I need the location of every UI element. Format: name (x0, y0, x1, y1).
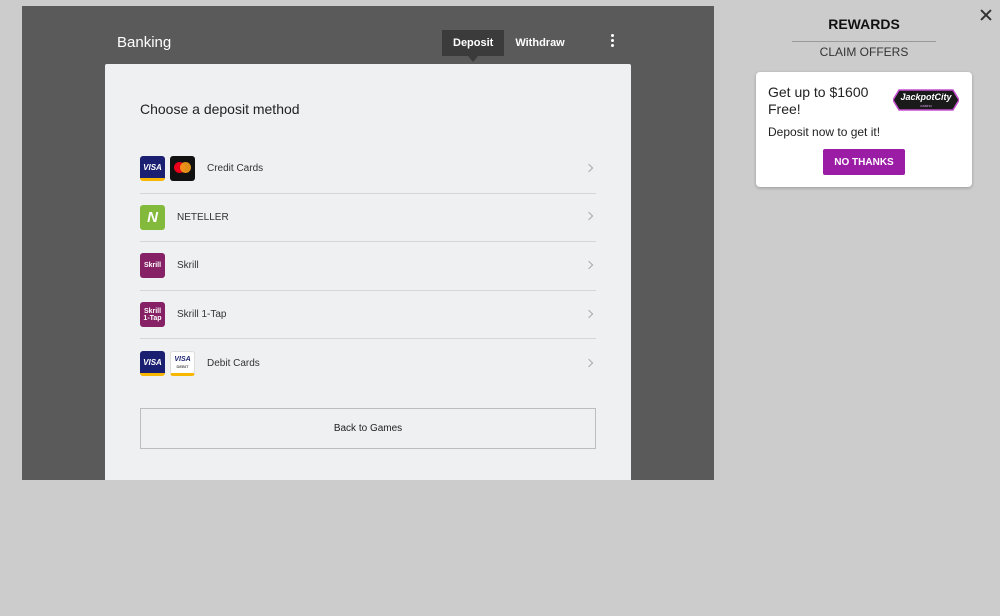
method-neteller[interactable]: N NETELLER (140, 194, 596, 243)
jackpotcity-logo: JackpotCity casino (893, 89, 959, 111)
no-thanks-button[interactable]: NO THANKS (823, 149, 905, 175)
tab-deposit[interactable]: Deposit (442, 30, 505, 62)
mastercard-icon (170, 156, 195, 182)
method-label: NETELLER (177, 211, 229, 223)
svg-text:JackpotCity: JackpotCity (900, 92, 952, 102)
banking-modal: Banking Deposit Withdraw Choose a deposi… (22, 6, 714, 480)
chevron-right-icon (584, 260, 594, 270)
method-credit-cards[interactable]: VISA Credit Cards (140, 145, 596, 194)
deposit-method-list: VISA Credit Cards N NETELLER Skrill Skri… (140, 145, 596, 388)
chevron-right-icon (584, 358, 594, 367)
neteller-icon: N (140, 204, 165, 230)
banking-tabs: Deposit Withdraw (442, 30, 576, 62)
method-debit-cards[interactable]: VISA VISA DEBIT Debit Cards (140, 339, 596, 388)
offer-card: Get up to $1600 Free! JackpotCity casino… (756, 72, 972, 187)
method-label: Credit Cards (207, 163, 264, 175)
visa-icon: VISA (140, 351, 165, 377)
rewards-divider (792, 41, 936, 42)
offer-description: Deposit now to get it! (768, 125, 881, 139)
chevron-right-icon (584, 309, 594, 318)
close-icon[interactable] (976, 6, 996, 26)
skrill-icon: Skrill (140, 253, 165, 279)
svg-text:casino: casino (920, 103, 932, 108)
method-skrill[interactable]: Skrill Skrill (140, 242, 596, 291)
visa-icon: VISA (140, 156, 165, 182)
method-skrill-1tap[interactable]: Skrill 1-Tap Skrill 1-Tap (140, 291, 596, 340)
kebab-menu-icon[interactable] (608, 34, 616, 48)
tab-withdraw[interactable]: Withdraw (504, 30, 575, 56)
offer-headline: Get up to $1600 Free! (768, 84, 869, 117)
chevron-right-icon (584, 163, 594, 173)
panel-heading: Choose a deposit method (140, 101, 300, 117)
rewards-title: REWARDS (828, 16, 900, 32)
chevron-right-icon (584, 212, 594, 221)
method-label: Skrill (177, 260, 199, 272)
back-to-games-button[interactable]: Back to Games (140, 408, 596, 449)
skrill-1tap-icon: Skrill 1-Tap (140, 302, 165, 328)
visa-debit-icon: VISA DEBIT (170, 351, 195, 377)
deposit-panel: Choose a deposit method VISA Credit Card… (105, 64, 631, 480)
banking-title: Banking (117, 34, 172, 51)
claim-offers-label: CLAIM OFFERS (819, 45, 909, 59)
method-label: Skrill 1-Tap (177, 309, 227, 321)
method-label: Debit Cards (207, 358, 260, 370)
